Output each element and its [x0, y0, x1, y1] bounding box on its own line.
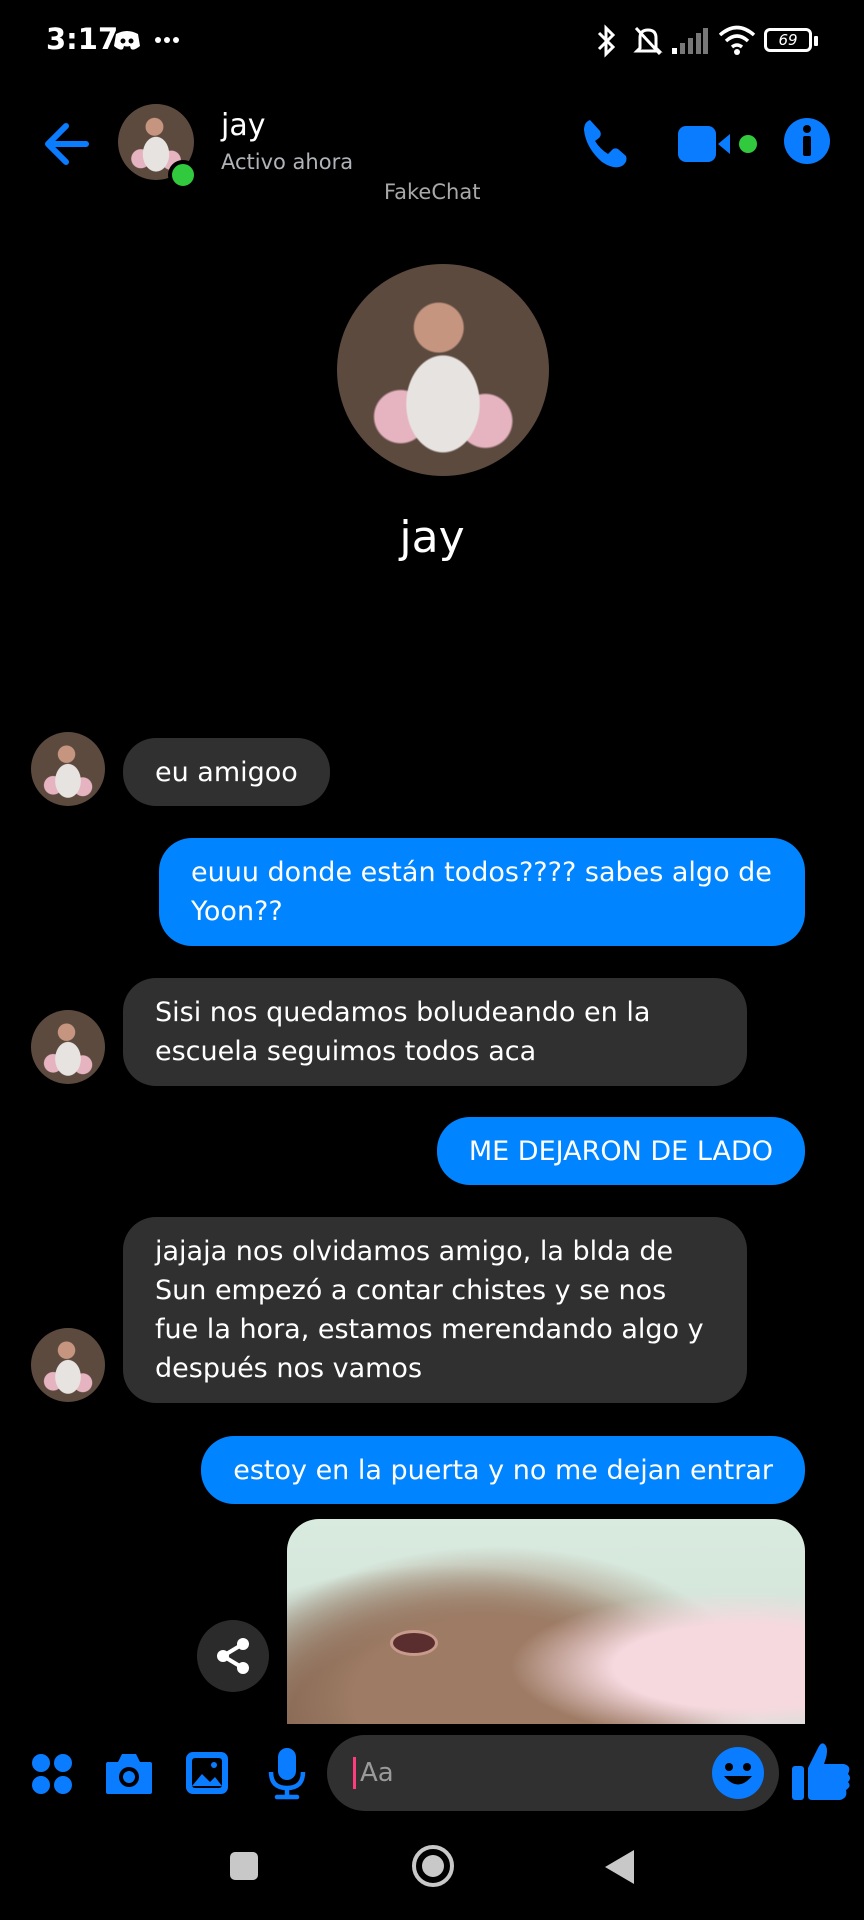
emoji-icon[interactable] — [710, 1745, 766, 1801]
message-avatar[interactable] — [31, 732, 105, 806]
share-button[interactable] — [197, 1620, 269, 1692]
message-text-field[interactable] — [353, 1757, 692, 1789]
message-avatar[interactable] — [31, 1010, 105, 1084]
more-dots-icon — [155, 37, 179, 43]
profile-name: jay — [399, 512, 465, 563]
video-call-button[interactable] — [676, 120, 764, 168]
message-incoming[interactable]: jajaja nos olvidamos amigo, la blda de S… — [123, 1217, 747, 1403]
message-avatar[interactable] — [31, 1328, 105, 1402]
battery-level: 69 — [778, 31, 798, 49]
phone-call-button[interactable] — [578, 116, 634, 172]
share-icon — [217, 1638, 249, 1674]
wifi-icon — [718, 25, 756, 55]
back-nav-button[interactable] — [602, 1848, 636, 1886]
message-incoming[interactable]: Sisi nos quedamos boludeando en la escue… — [123, 978, 747, 1086]
bell-muted-icon — [633, 26, 663, 56]
message-outgoing[interactable]: euuu donde están todos???? sabes algo de… — [159, 838, 805, 946]
message-outgoing[interactable]: estoy en la puerta y no me dejan entrar — [201, 1436, 805, 1504]
menu-grid-button[interactable] — [30, 1752, 74, 1796]
profile-avatar[interactable] — [337, 264, 549, 476]
signal-icon — [672, 28, 708, 54]
battery-icon: 69 — [764, 28, 812, 52]
message-incoming[interactable]: eu amigoo — [123, 738, 330, 806]
gallery-button[interactable] — [184, 1750, 230, 1796]
home-button[interactable] — [410, 1843, 456, 1889]
image-message[interactable] — [287, 1519, 805, 1724]
image-detail — [390, 1630, 438, 1656]
contact-name[interactable]: jay — [221, 108, 265, 143]
info-button[interactable] — [782, 116, 832, 166]
back-button[interactable] — [40, 116, 96, 172]
recent-apps-button[interactable] — [230, 1852, 258, 1880]
bluetooth-icon — [597, 24, 616, 58]
status-time: 3:17 — [46, 22, 119, 56]
battery-tip — [814, 36, 818, 46]
contact-status: Activo ahora — [221, 150, 354, 174]
microphone-button[interactable] — [266, 1746, 308, 1800]
thumbs-up-button[interactable] — [790, 1738, 854, 1804]
discord-icon — [114, 31, 140, 50]
watermark-text: FakeChat — [384, 180, 481, 204]
online-indicator — [168, 160, 198, 190]
camera-button[interactable] — [104, 1750, 154, 1796]
message-outgoing[interactable]: ME DEJARON DE LADO — [436, 1117, 805, 1185]
